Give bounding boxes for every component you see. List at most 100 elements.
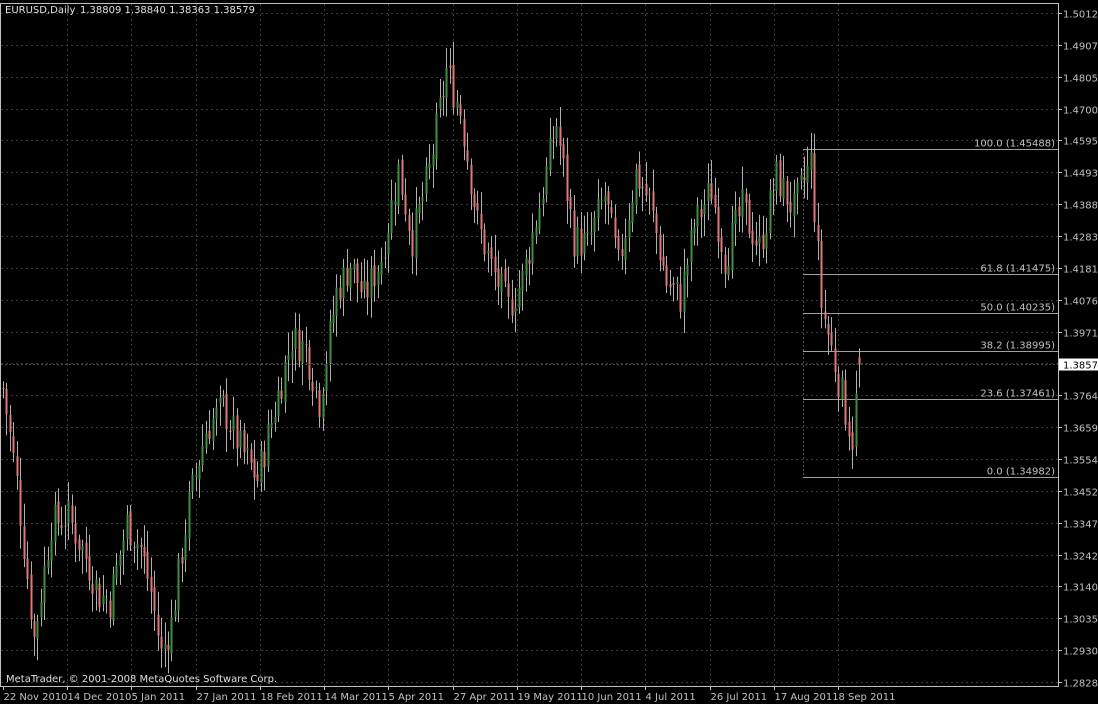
- fibo-level-label: 23.6 (1.37461): [980, 389, 1055, 400]
- candle-body: [593, 217, 596, 233]
- candle-body: [380, 262, 383, 276]
- candle-body: [195, 474, 198, 477]
- candle-body: [738, 206, 741, 217]
- candle-body: [373, 265, 376, 287]
- candle-body: [645, 183, 648, 196]
- candle-body: [686, 264, 689, 276]
- candle-body: [335, 287, 338, 316]
- candle-body: [408, 214, 411, 231]
- candle-body: [129, 511, 132, 546]
- x-tick-label: 22 Nov 2010: [4, 692, 68, 703]
- candle-body: [696, 204, 699, 227]
- candle-body: [57, 501, 60, 523]
- candle-body: [122, 540, 125, 553]
- candle-body: [703, 204, 706, 215]
- candle-body: [449, 65, 452, 68]
- candle-body: [109, 600, 112, 618]
- candle-body: [198, 465, 201, 480]
- candle-body: [40, 602, 43, 618]
- candle-body: [301, 340, 304, 363]
- candle-body: [806, 165, 809, 183]
- candle-body: [222, 396, 225, 399]
- candle-body: [662, 256, 665, 266]
- candle-body: [19, 480, 22, 526]
- candle-body: [404, 194, 407, 215]
- price-chart[interactable]: 100.0 (1.45488) 61.8 (1.41475) 50.0 (1.402…: [0, 0, 1098, 704]
- candle-body: [751, 230, 754, 245]
- y-tick-label: 1.50120: [1063, 10, 1098, 21]
- candle-body: [418, 203, 421, 213]
- candle-body: [208, 430, 211, 439]
- current-price-label: 1.38579: [1063, 361, 1098, 372]
- y-tick-label: 1.31400: [1063, 583, 1098, 594]
- candle-body: [528, 259, 531, 264]
- candle-body: [140, 544, 143, 547]
- y-tick-label: 1.45950: [1063, 137, 1098, 148]
- candle-body: [758, 236, 761, 244]
- candle: [397, 159, 400, 215]
- candle-body: [67, 500, 70, 524]
- candle-body: [641, 186, 644, 189]
- candle-body: [710, 183, 713, 199]
- candle-body: [511, 299, 514, 316]
- candle-body: [803, 177, 806, 181]
- candle-body: [318, 390, 321, 417]
- candle-body: [542, 198, 545, 205]
- candle-body: [36, 620, 39, 639]
- candle-body: [597, 199, 600, 219]
- candle-body: [817, 225, 820, 242]
- candle-body: [445, 67, 448, 98]
- candle-body: [676, 281, 679, 285]
- y-tick-label: 1.48050: [1063, 74, 1098, 85]
- candle-body: [851, 432, 854, 450]
- x-tick-label: 26 Jul 2011: [711, 692, 768, 703]
- candle-body: [43, 565, 46, 604]
- x-tick-label: 19 May 2011: [518, 692, 583, 703]
- candle-body: [188, 491, 191, 539]
- candle: [748, 193, 751, 239]
- candle-body: [624, 237, 627, 261]
- x-tick-label: 5 Apr 2011: [389, 692, 444, 703]
- candle-body: [342, 267, 345, 298]
- fibo-level-label: 0.0 (1.34982): [987, 467, 1055, 478]
- candle-body: [796, 182, 799, 194]
- candle-body: [12, 436, 15, 454]
- candle-body: [600, 200, 603, 202]
- candle-body: [23, 526, 26, 560]
- candle-body: [459, 104, 462, 117]
- candle-body: [813, 153, 816, 223]
- candle-body: [102, 595, 105, 605]
- fibo-level-label: 50.0 (1.40235): [980, 303, 1055, 314]
- candle-body: [370, 268, 373, 299]
- candle-body: [665, 265, 668, 286]
- candle-body: [555, 125, 558, 139]
- candle: [129, 505, 132, 552]
- candle-body: [71, 505, 74, 523]
- chart-header-ohlc: 1.38809 1.38840 1.38363 1.38579: [80, 5, 255, 16]
- candle-body: [366, 281, 369, 298]
- candle-body: [415, 208, 418, 259]
- candle-body: [332, 315, 335, 324]
- candle-body: [294, 328, 297, 349]
- candle-body: [490, 247, 493, 259]
- current-price-box: 1.38579: [1059, 358, 1098, 372]
- x-tick-label: 4 Jul 2011: [646, 692, 696, 703]
- candle-body: [848, 421, 851, 437]
- candle-body: [360, 281, 363, 293]
- x-tick-label: 18 Feb 2011: [261, 692, 323, 703]
- candle-body: [473, 194, 476, 208]
- candle-body: [648, 193, 651, 195]
- candle-body: [219, 397, 222, 404]
- candle-body: [126, 514, 129, 540]
- candle-body: [305, 344, 308, 346]
- candle-body: [339, 287, 342, 300]
- candle-body: [463, 119, 466, 147]
- candle-body: [85, 542, 88, 559]
- y-tick-label: 1.37640: [1063, 392, 1098, 403]
- candle-body: [170, 616, 173, 654]
- candle-body: [580, 228, 583, 256]
- candle-body: [60, 525, 63, 529]
- candle-body: [841, 377, 844, 400]
- candle-body: [610, 207, 613, 214]
- candle-body: [800, 175, 803, 181]
